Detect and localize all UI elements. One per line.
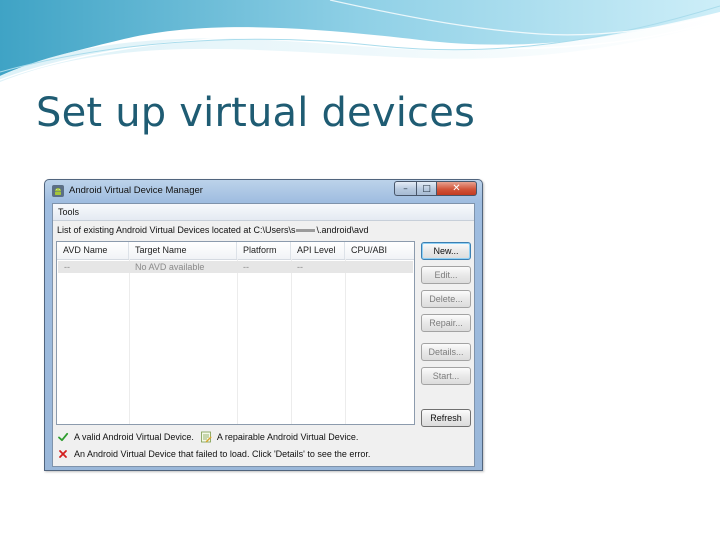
cell-target-name: No AVD available [135, 262, 205, 272]
avd-table[interactable]: AVD Name Target Name Platform API Level … [56, 241, 415, 425]
window-titlebar[interactable]: Android Virtual Device Manager – □ ✕ [45, 180, 482, 202]
column-divider [237, 259, 238, 424]
window-title: Android Virtual Device Manager [69, 185, 203, 196]
window-client-area: Tools List of existing Android Virtual D… [52, 203, 475, 467]
legend-valid-text: A valid Android Virtual Device. [74, 432, 194, 442]
refresh-button[interactable]: Refresh [421, 409, 471, 427]
column-divider [345, 259, 346, 424]
avd-manager-window: Android Virtual Device Manager – □ ✕ Too… [44, 179, 483, 471]
green-check-icon [58, 432, 69, 442]
column-header-api-level[interactable]: API Level [291, 242, 345, 259]
column-header-target-name[interactable]: Target Name [129, 242, 237, 259]
menu-tools[interactable]: Tools [58, 207, 79, 217]
table-header: AVD Name Target Name Platform API Level … [57, 242, 414, 260]
header-swoosh-decoration [0, 0, 720, 82]
column-header-avd-name[interactable]: AVD Name [57, 242, 129, 259]
new-button[interactable]: New... [421, 242, 471, 260]
caption-path-start: List of existing Android Virtual Devices… [57, 225, 296, 235]
column-divider [129, 259, 130, 424]
minimize-button[interactable]: – [394, 181, 416, 196]
column-header-platform[interactable]: Platform [237, 242, 291, 259]
edit-button[interactable]: Edit... [421, 266, 471, 284]
details-button[interactable]: Details... [421, 343, 471, 361]
red-x-icon [59, 450, 67, 458]
repair-button[interactable]: Repair... [421, 314, 471, 332]
legend-failed-text: An Android Virtual Device that failed to… [74, 449, 371, 459]
cell-api-level: -- [297, 262, 303, 272]
close-button[interactable]: ✕ [437, 181, 477, 196]
redacted-username [296, 229, 316, 233]
delete-button[interactable]: Delete... [421, 290, 471, 308]
legend-line-failed: An Android Virtual Device that failed to… [57, 448, 370, 460]
caption-path-end: \.android\avd [316, 225, 369, 235]
cell-platform: -- [243, 262, 249, 272]
slide-title: Set up virtual devices [36, 90, 476, 136]
repair-document-icon [201, 431, 212, 443]
android-robot-icon [52, 185, 64, 197]
cell-cpu-abi [345, 261, 413, 273]
avd-location-caption: List of existing Android Virtual Devices… [57, 225, 369, 235]
table-row[interactable]: -- No AVD available -- -- [58, 261, 413, 273]
legend-line-valid: A valid Android Virtual Device. A repair… [57, 431, 358, 443]
legend-repairable-text: A repairable Android Virtual Device. [216, 432, 359, 442]
column-divider [291, 259, 292, 424]
start-button[interactable]: Start... [421, 367, 471, 385]
column-header-cpu-abi[interactable]: CPU/ABI [345, 242, 414, 259]
menu-bar: Tools [53, 204, 474, 221]
maximize-button[interactable]: □ [416, 181, 437, 196]
cell-avd-name: -- [64, 262, 70, 272]
